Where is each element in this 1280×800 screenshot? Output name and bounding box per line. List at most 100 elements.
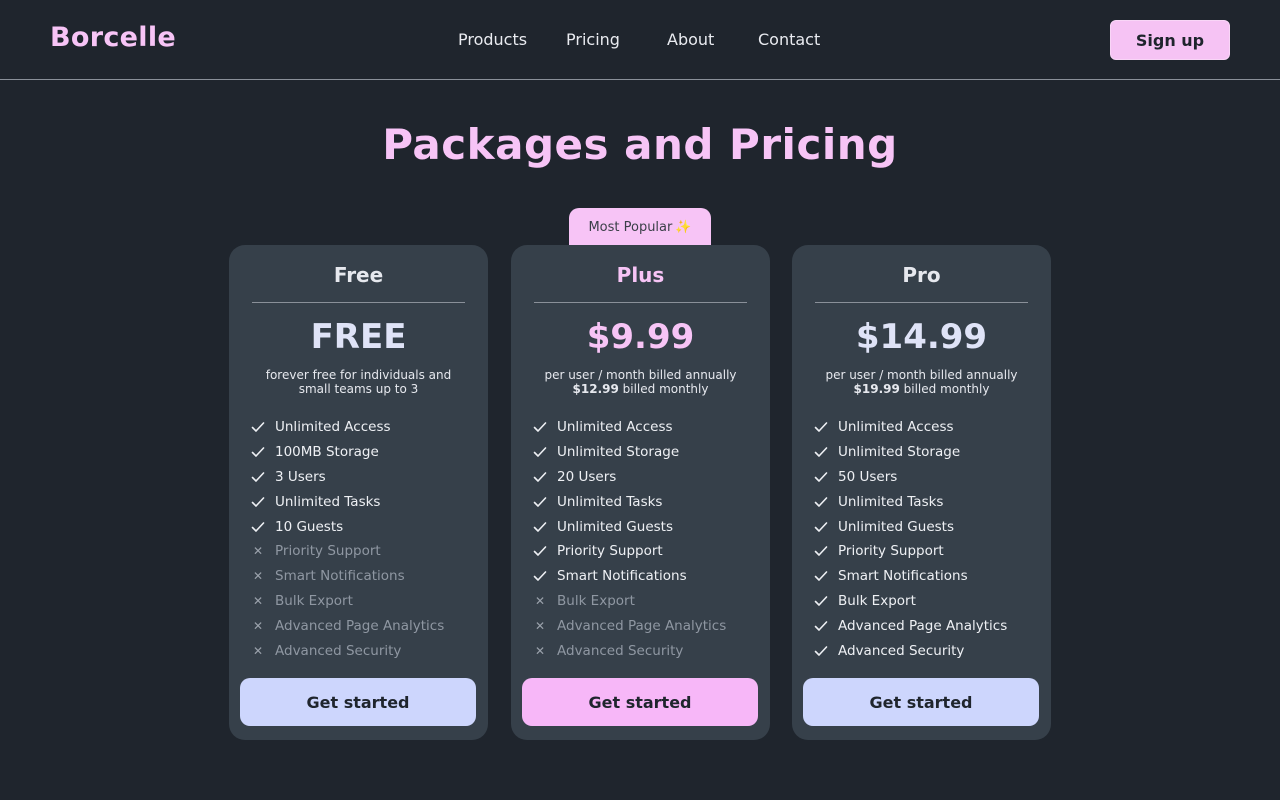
feature-item: Unlimited Tasks <box>251 489 476 514</box>
feature-label: Unlimited Access <box>557 419 673 436</box>
plan-note-line2: $12.99 billed monthly <box>521 382 760 396</box>
feature-label: Unlimited Tasks <box>838 493 944 510</box>
get-started-button-free[interactable]: Get started <box>240 678 476 726</box>
cross-icon: ✕ <box>252 544 264 559</box>
check-icon <box>814 544 838 558</box>
feature-label: Unlimited Access <box>275 419 391 436</box>
plan-name: Free <box>333 263 384 287</box>
check-icon <box>533 445 557 459</box>
feature-item: 3 Users <box>251 465 476 490</box>
feature-label: Unlimited Storage <box>557 444 680 461</box>
feature-item: Priority Support <box>533 539 758 564</box>
card-divider <box>534 302 747 303</box>
get-started-button-pro[interactable]: Get started <box>803 678 1039 726</box>
feature-item: Unlimited Access <box>251 415 476 440</box>
cross-icon: ✕ <box>252 593 264 608</box>
feature-item: Unlimited Tasks <box>814 489 1039 514</box>
feature-item: ✕ Advanced Security <box>251 638 476 663</box>
feature-item: Unlimited Storage <box>533 440 758 465</box>
feature-item: Unlimited Access <box>533 415 758 440</box>
plan-price: $14.99 <box>855 317 988 357</box>
feature-item: 10 Guests <box>251 514 476 539</box>
monthly-suffix: billed monthly <box>899 382 990 396</box>
sparkle-icon: ✨ <box>675 219 692 235</box>
feature-item: Unlimited Access <box>814 415 1039 440</box>
plan-card-free: Free FREE forever free for individuals a… <box>229 245 488 740</box>
feature-item: ✕ Bulk Export <box>533 589 758 614</box>
check-icon <box>533 420 557 434</box>
feature-label: Advanced Security <box>557 642 684 659</box>
get-started-button-plus[interactable]: Get started <box>522 678 758 726</box>
check-icon <box>814 520 838 534</box>
check-icon <box>533 470 557 484</box>
plan-note-line2: $19.99 billed monthly <box>802 382 1041 396</box>
plan-card-pro: Pro $14.99 per user / month billed annua… <box>792 245 1051 740</box>
feature-label: Priority Support <box>838 543 944 560</box>
check-icon <box>251 495 275 509</box>
feature-item: 50 Users <box>814 465 1039 490</box>
feature-label: Unlimited Guests <box>557 518 673 535</box>
feature-item: Unlimited Tasks <box>533 489 758 514</box>
feature-list: Unlimited Access 100MB Storage 3 Users Unli… <box>251 415 476 663</box>
check-icon <box>533 495 557 509</box>
check-icon <box>251 420 275 434</box>
feature-label: 50 Users <box>838 468 898 485</box>
cross-icon: ✕ <box>252 569 264 584</box>
plan-name: Pro <box>902 263 941 287</box>
feature-item: Smart Notifications <box>533 564 758 589</box>
feature-item: Advanced Page Analytics <box>814 613 1039 638</box>
monthly-price: $19.99 <box>853 382 900 396</box>
feature-label: Unlimited Tasks <box>557 493 663 510</box>
plan-note-line2: small teams up to 3 <box>298 382 419 396</box>
site-header: Borcelle Products Pricing About Contact … <box>0 0 1280 80</box>
plan-name: Plus <box>616 263 665 287</box>
cross-icon: ✕ <box>252 618 264 633</box>
nav-link-contact[interactable]: Contact <box>758 30 820 49</box>
feature-item: ✕ Priority Support <box>251 539 476 564</box>
feature-label: Unlimited Storage <box>838 444 961 461</box>
feature-label: Bulk Export <box>838 592 916 609</box>
feature-label: Unlimited Tasks <box>275 493 381 510</box>
feature-item: Priority Support <box>814 539 1039 564</box>
signup-button[interactable]: Sign up <box>1110 20 1230 60</box>
feature-item: Unlimited Guests <box>814 514 1039 539</box>
feature-item: ✕ Bulk Export <box>251 589 476 614</box>
card-divider <box>252 302 465 303</box>
feature-item: Unlimited Guests <box>533 514 758 539</box>
plan-price-note: per user / month billed annually $12.99 … <box>521 368 760 396</box>
nav-link-about[interactable]: About <box>667 30 714 49</box>
feature-label: 10 Guests <box>275 518 344 535</box>
plan-note-line1: per user / month billed annually <box>544 368 737 382</box>
most-popular-badge: Most Popular ✨ <box>569 208 711 246</box>
feature-label: Advanced Security <box>275 642 402 659</box>
check-icon <box>814 644 838 658</box>
feature-label: Advanced Page Analytics <box>838 617 1008 634</box>
feature-label: Smart Notifications <box>838 568 968 585</box>
feature-list: Unlimited Access Unlimited Storage 50 User… <box>814 415 1039 663</box>
feature-item: ✕ Advanced Page Analytics <box>251 613 476 638</box>
nav-link-products[interactable]: Products <box>458 30 527 49</box>
feature-label: Priority Support <box>557 543 663 560</box>
check-icon <box>533 569 557 583</box>
check-icon <box>533 520 557 534</box>
check-icon <box>814 569 838 583</box>
plan-price-note: forever free for individuals and small t… <box>239 368 478 396</box>
feature-item: 20 Users <box>533 465 758 490</box>
check-icon <box>814 619 838 633</box>
feature-item: Advanced Security <box>814 638 1039 663</box>
check-icon <box>814 420 838 434</box>
cross-icon: ✕ <box>534 643 546 658</box>
check-icon <box>533 544 557 558</box>
feature-label: Bulk Export <box>275 592 353 609</box>
check-icon <box>814 470 838 484</box>
feature-item: ✕ Advanced Security <box>533 638 758 663</box>
cross-icon: ✕ <box>534 618 546 633</box>
feature-item: 100MB Storage <box>251 440 476 465</box>
check-icon <box>814 495 838 509</box>
nav-link-pricing[interactable]: Pricing <box>566 30 620 49</box>
plan-card-plus: Plus $9.99 per user / month billed annua… <box>511 245 770 740</box>
feature-label: 20 Users <box>557 468 617 485</box>
check-icon <box>814 445 838 459</box>
feature-list: Unlimited Access Unlimited Storage 20 User… <box>533 415 758 663</box>
main-nav: Products Pricing About Contact <box>0 30 1280 52</box>
